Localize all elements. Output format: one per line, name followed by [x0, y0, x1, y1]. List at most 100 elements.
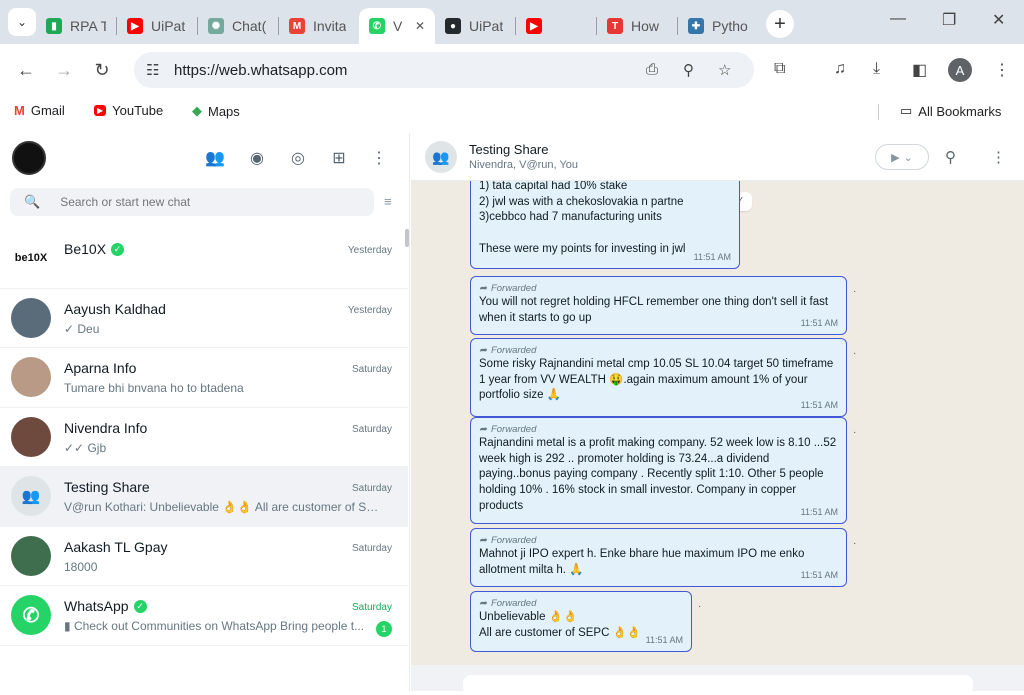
sidebar-scrollbar[interactable]	[405, 229, 409, 247]
filter-icon[interactable]: ≡	[384, 194, 392, 209]
side-panel-icon[interactable]: ◧	[912, 60, 927, 80]
search-messages-icon[interactable]: ⚲	[945, 148, 956, 166]
browser-tab[interactable]: T How	[597, 9, 677, 43]
message-input[interactable]	[463, 675, 973, 695]
zoom-icon[interactable]: ⚲	[683, 61, 694, 79]
browser-tab[interactable]: ▶ UiPat	[117, 9, 197, 43]
chat-avatar	[11, 416, 51, 457]
message-time: 11:51 AM	[800, 570, 838, 581]
bookmark-star-icon[interactable]: ☆	[718, 61, 731, 79]
message-line: when it starts to go up	[479, 311, 592, 324]
message-bubble[interactable]: ➦ Forwarded Mahnot ji IPO expert h. Enke b…	[470, 528, 847, 587]
forwarded-text: Forwarded	[490, 344, 537, 356]
message-time: 11:51 AM	[693, 252, 731, 263]
all-bookmarks-button[interactable]: ▭ All Bookmarks	[900, 103, 1001, 119]
chat-time: Saturday	[351, 423, 392, 435]
search-row: 🔍 ≡	[0, 183, 409, 223]
video-camera-icon: ▶	[891, 151, 900, 164]
gmail-icon: M	[14, 103, 25, 118]
forward-button[interactable]: →	[48, 54, 80, 86]
new-tab-button[interactable]: +	[766, 10, 794, 38]
channels-icon[interactable]: ◎	[287, 147, 309, 169]
chat-avatar	[11, 535, 51, 576]
message-line: You will not regret holding HFCL remembe…	[479, 296, 829, 308]
message-options-dot[interactable]: ·	[853, 286, 856, 297]
message-bubble[interactable]: ➦ Forwarded Some risky Rajnandini metal cm…	[470, 338, 847, 417]
bookmark-maps[interactable]: ◆ Maps	[192, 103, 240, 119]
video-call-button[interactable]: ▶ ⌄	[875, 144, 929, 170]
forward-arrow-icon: ➦	[479, 282, 487, 294]
install-app-icon[interactable]: ⎙	[646, 61, 658, 78]
site-info-icon[interactable]: ☷	[146, 61, 159, 79]
group-members: Nivendra, V@run, You	[469, 159, 579, 171]
browser-tab[interactable]: ✆ V ✕	[359, 8, 435, 44]
new-chat-icon[interactable]: ⊞	[328, 147, 350, 169]
whatsapp-like-green: ▮	[46, 18, 62, 34]
chat-row[interactable]: Aparna Info Saturday Tumare bhi bnvana ho …	[0, 348, 408, 408]
close-window-icon[interactable]: ✕	[992, 10, 1005, 30]
message-bubble[interactable]: ➦ Forwarded Unbelievable 👌👌 All are custome…	[470, 591, 692, 652]
chat-row[interactable]: 👥 Testing Share Saturday V@run Kothari: Unb…	[0, 467, 408, 527]
extensions-icon[interactable]: ⧉	[774, 60, 785, 78]
message-options-dot[interactable]: ·	[853, 427, 856, 438]
chat-list: be10X Be10X ✓ Yesterday Aayush Kaldhad Yester…	[0, 229, 408, 646]
chat-row[interactable]: ✆ WhatsApp ✓ Saturday ▮ Check out Communitie…	[0, 586, 408, 646]
chat-preview: Tumare bhi bnvana ho to btadena	[64, 381, 244, 395]
chat-name: Aakash TL Gpay	[64, 539, 168, 555]
forward-arrow-icon: ➦	[479, 344, 487, 356]
search-input[interactable]	[60, 195, 341, 209]
bookmark-youtube[interactable]: ▶ YouTube	[94, 103, 163, 118]
status-icon[interactable]: ◉	[246, 147, 268, 169]
chat-time: Saturday	[351, 364, 392, 375]
tab-search-button[interactable]: ⌄	[8, 8, 36, 36]
browser-tab[interactable]: ▶	[516, 9, 596, 43]
message-bubble[interactable]: ➦ Forwarded You will not regret holding HF…	[470, 276, 847, 335]
close-tab-icon[interactable]: ✕	[415, 19, 425, 33]
message-bubble[interactable]: ➦ Forwarded Rajnandini metal is a profit m…	[470, 417, 847, 524]
conversation-header[interactable]: 👥 Testing Share Nivendra, V@run, You ▶ ⌄ …	[411, 133, 1024, 181]
reload-button[interactable]: ↻	[86, 54, 118, 86]
tab-title: Pytho	[712, 18, 748, 34]
message-options-dot[interactable]: ·	[698, 601, 701, 612]
profile-avatar[interactable]: A	[948, 58, 972, 82]
conversation-menu-icon[interactable]: ⋮	[991, 148, 1006, 166]
message-options-dot[interactable]: ·	[853, 348, 856, 359]
chat-name-text: Nivendra Info	[64, 419, 148, 436]
forwarded-text: Forwarded	[490, 534, 537, 546]
chat-preview: ▮ Check out Communities on WhatsApp Brin…	[64, 619, 365, 633]
media-control-icon[interactable]: ♫	[834, 60, 846, 78]
chat-time: Yesterday	[347, 245, 392, 256]
group-avatar[interactable]: 👥	[425, 141, 457, 173]
chat-time: Saturday	[351, 542, 392, 554]
message-line: 3)cebbco had 7 manufacturing units	[479, 211, 662, 224]
chat-name-text: Testing Share	[64, 479, 150, 495]
chrome-menu-icon[interactable]: ⋮	[994, 60, 1010, 80]
chat-row[interactable]: Nivendra Info Saturday ✓✓ Gjb	[0, 408, 408, 467]
gmail-icon: M	[289, 18, 305, 34]
browser-tab[interactable]: ● UiPat	[435, 9, 515, 43]
communities-icon[interactable]: 👥	[204, 147, 226, 169]
my-profile-avatar[interactable]	[12, 141, 46, 175]
chat-avatar: 👥	[11, 476, 51, 516]
chat-name: Be10X ✓	[64, 241, 125, 257]
menu-icon[interactable]: ⋮	[368, 147, 390, 169]
message-options-dot[interactable]: ·	[853, 538, 856, 549]
minimize-icon[interactable]: —	[890, 10, 906, 28]
chat-row[interactable]: be10X Be10X ✓ Yesterday	[0, 229, 408, 289]
chat-preview: ✓✓ Gjb	[64, 440, 107, 455]
address-bar[interactable]: ☷ https://web.whatsapp.com ⎙ ⚲ ☆	[134, 52, 754, 88]
browser-tab[interactable]: ✚ Pytho	[678, 9, 758, 43]
restore-icon[interactable]: ❐	[942, 10, 956, 30]
browser-tab[interactable]: M Invita	[279, 9, 359, 43]
message-bubble[interactable]: 1) tata capital had 10% stake 2) jwl was …	[470, 181, 740, 269]
tab-title: Chat(	[232, 18, 267, 34]
chat-row[interactable]: Aakash TL Gpay Saturday 18000	[0, 527, 408, 586]
verified-badge-icon: ✓	[111, 242, 125, 256]
search-box[interactable]: 🔍	[10, 188, 374, 216]
chat-row[interactable]: Aayush Kaldhad Yesterday ✓ Deu	[0, 289, 408, 348]
downloads-icon[interactable]: ⤓	[873, 60, 880, 78]
back-button[interactable]: ←	[10, 54, 42, 86]
browser-tab[interactable]: ✺ Chat(	[198, 9, 278, 43]
bookmark-gmail[interactable]: M Gmail	[14, 103, 65, 118]
browser-tab[interactable]: ▮ RPA T	[36, 9, 116, 43]
